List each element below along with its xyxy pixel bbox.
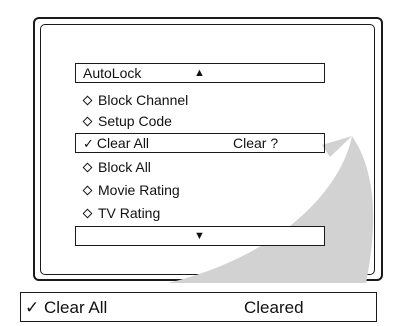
- menu-item-label: TV Rating: [98, 205, 161, 221]
- menu-item-label: Movie Rating: [98, 182, 180, 198]
- menu-title: AutoLock: [83, 65, 142, 81]
- autolock-menu-footer[interactable]: ▼: [75, 226, 325, 246]
- clear-all-result-bar: ✓ Clear All Cleared: [20, 292, 377, 322]
- diamond-bullet-icon: [82, 116, 93, 127]
- menu-item-movie-rating[interactable]: Movie Rating: [82, 180, 180, 200]
- scroll-up-arrow-icon[interactable]: ▲: [194, 64, 205, 82]
- menu-item-clear-all-selected[interactable]: ✓ Clear All Clear ?: [75, 133, 325, 153]
- diamond-bullet-icon: [82, 185, 93, 196]
- menu-item-label: Setup Code: [98, 113, 172, 129]
- menu-item-tv-rating[interactable]: TV Rating: [82, 203, 160, 223]
- menu-item-block-channel[interactable]: Block Channel: [82, 90, 188, 110]
- diamond-bullet-icon: [82, 208, 93, 219]
- result-item-label: Clear All: [43, 298, 108, 317]
- scroll-down-arrow-icon[interactable]: ▼: [194, 227, 205, 245]
- clear-confirm-prompt: Clear ?: [233, 135, 279, 151]
- check-mark-icon: ✓: [83, 136, 94, 151]
- result-status: Cleared: [244, 298, 304, 317]
- menu-item-label: Clear All: [96, 135, 150, 151]
- menu-item-label: Block Channel: [98, 92, 189, 108]
- diamond-bullet-icon: [82, 162, 93, 173]
- diamond-bullet-icon: [82, 95, 93, 106]
- menu-item-block-all[interactable]: Block All: [82, 157, 151, 177]
- autolock-menu-header[interactable]: AutoLock ▲: [75, 63, 325, 83]
- result-item: ✓ Clear All: [25, 297, 107, 319]
- check-mark-icon: ✓: [25, 298, 40, 317]
- menu-item-label: Block All: [98, 159, 151, 175]
- menu-item-setup-code[interactable]: Setup Code: [82, 111, 172, 131]
